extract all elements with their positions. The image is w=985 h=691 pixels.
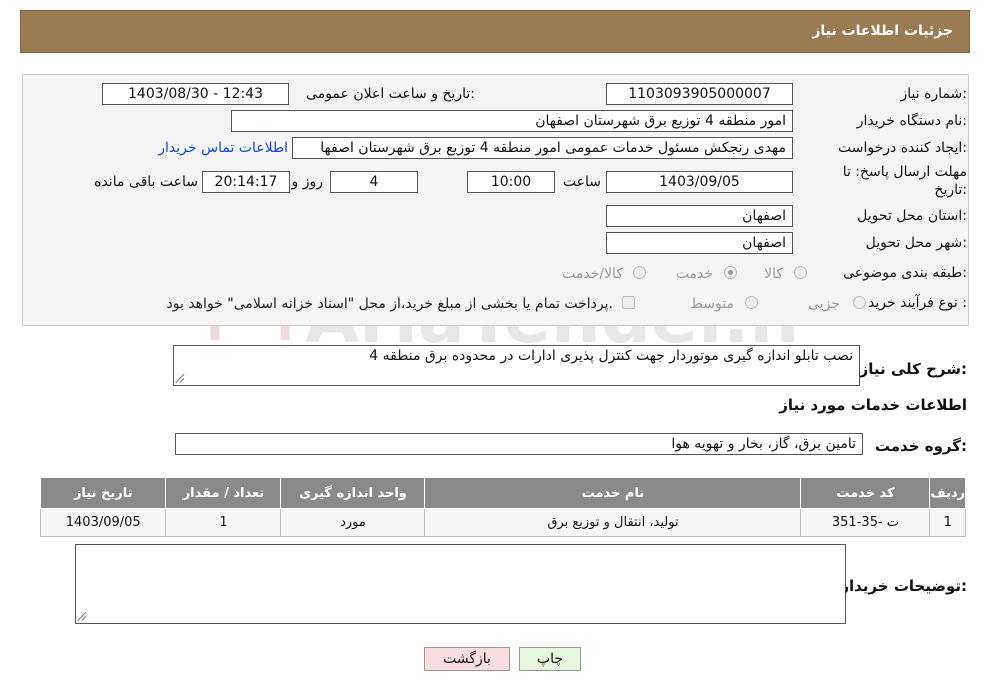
treasury-payment-note: پرداخت تمام یا بخشی از مبلغ خرید،از محل … xyxy=(166,296,613,312)
province-field: اصفهان xyxy=(606,205,793,227)
deadline-time-label: ساعت xyxy=(562,174,601,190)
purchase-minor-label: جزیی xyxy=(808,296,840,312)
category-goods-radio[interactable] xyxy=(794,266,807,279)
province-label: استان محل تحویل: xyxy=(857,208,967,224)
buyer-org-field: امور منطقه 4 توزیع برق شهرستان اصفهان xyxy=(231,110,793,132)
print-button[interactable]: چاپ xyxy=(519,647,581,671)
time-remaining-field: 20:14:17 xyxy=(202,171,290,193)
category-service-radio[interactable] xyxy=(724,266,737,279)
deadline-date-field: 1403/09/05 xyxy=(606,171,793,193)
city-field: اصفهان xyxy=(606,232,793,254)
back-button[interactable]: بازگشت xyxy=(424,647,510,671)
requester-field: مهدی رنجکش مسئول خدمات عمومی امور منطقه … xyxy=(292,137,793,159)
category-label: طبقه بندی موضوعی: xyxy=(843,265,967,281)
services-table: ردیف کد خدمت نام خدمت واحد اندازه گیری ت… xyxy=(39,477,966,537)
purchase-minor-radio[interactable] xyxy=(853,296,866,309)
services-section-title: اطلاعات خدمات مورد نیاز xyxy=(779,396,967,414)
announce-datetime-label: تاریخ و ساعت اعلان عمومی: xyxy=(306,86,475,102)
service-group-field: تامین برق، گاز، بخار و تهویه هوا xyxy=(175,433,863,455)
description-label: شرح کلی نیاز: xyxy=(859,360,967,378)
purchase-medium-label: متوسط xyxy=(690,296,734,312)
deadline-time-field: 10:00 xyxy=(467,171,555,193)
description-textarea[interactable]: نصب تابلو اندازه گیری موتوردار جهت کنترل… xyxy=(173,345,860,386)
service-group-label: گروه خدمت: xyxy=(874,437,967,455)
days-remaining-field: 4 xyxy=(330,171,418,193)
cell-unit: مورد xyxy=(280,508,426,537)
buyer-contact-link[interactable]: اطلاعات تماس خریدار xyxy=(158,140,288,156)
cell-service-code: ت -35-351 xyxy=(800,508,931,537)
deadline-label-line2: تاریخ: xyxy=(934,182,967,198)
cell-need-date: 1403/09/05 xyxy=(39,508,167,537)
table-header-row: ردیف کد خدمت نام خدمت واحد اندازه گیری ت… xyxy=(39,477,966,509)
description-text: نصب تابلو اندازه گیری موتوردار جهت کنترل… xyxy=(369,348,853,364)
resize-grip-icon[interactable] xyxy=(176,373,186,383)
category-goods-service-label: کالا/خدمت xyxy=(562,266,623,282)
category-goods-label: کالا xyxy=(764,266,783,282)
city-label: شهر محل تحویل: xyxy=(865,235,967,251)
buyer-notes-textarea[interactable] xyxy=(75,544,846,624)
cell-service-name: تولید، انتقال و توزیع برق xyxy=(424,508,802,537)
col-need-date: تاریخ نیاز xyxy=(39,477,167,509)
col-service-code: کد خدمت xyxy=(800,477,931,509)
col-row-number: ردیف xyxy=(929,477,966,509)
buyer-org-label: نام دستگاه خریدار: xyxy=(856,113,967,129)
category-goods-service-radio[interactable] xyxy=(633,266,646,279)
requester-label: ایجاد کننده درخواست: xyxy=(838,140,967,156)
deadline-label-line1: مهلت ارسال پاسخ: تا xyxy=(842,164,967,180)
purchase-medium-radio[interactable] xyxy=(745,296,758,309)
cell-quantity: 1 xyxy=(165,508,282,537)
resize-grip-icon[interactable] xyxy=(78,611,88,621)
need-number-label: شماره نیاز: xyxy=(900,86,967,102)
col-quantity: تعداد / مقدار xyxy=(165,477,282,509)
page-title: جزئیات اطلاعات نیاز xyxy=(812,23,953,39)
col-service-name: نام خدمت xyxy=(424,477,802,509)
purchase-type-label: نوع فرآیند خرید : xyxy=(868,295,967,311)
cell-row-number: 1 xyxy=(929,508,966,537)
days-label: روز و xyxy=(291,174,324,190)
announce-datetime-field: 1403/08/30 - 12:43 xyxy=(102,83,289,105)
buyer-notes-label: توضیحات خریدار: xyxy=(840,577,967,595)
category-service-label: خدمت xyxy=(675,266,713,282)
need-number-field: 1103093905000007 xyxy=(606,83,793,105)
page-header: جزئیات اطلاعات نیاز xyxy=(20,10,970,53)
col-unit: واحد اندازه گیری xyxy=(280,477,426,509)
time-remaining-label: ساعت باقی مانده xyxy=(94,174,198,190)
table-row: 1 ت -35-351 تولید، انتقال و توزیع برق مو… xyxy=(39,508,966,537)
treasury-payment-checkbox[interactable] xyxy=(622,296,635,309)
